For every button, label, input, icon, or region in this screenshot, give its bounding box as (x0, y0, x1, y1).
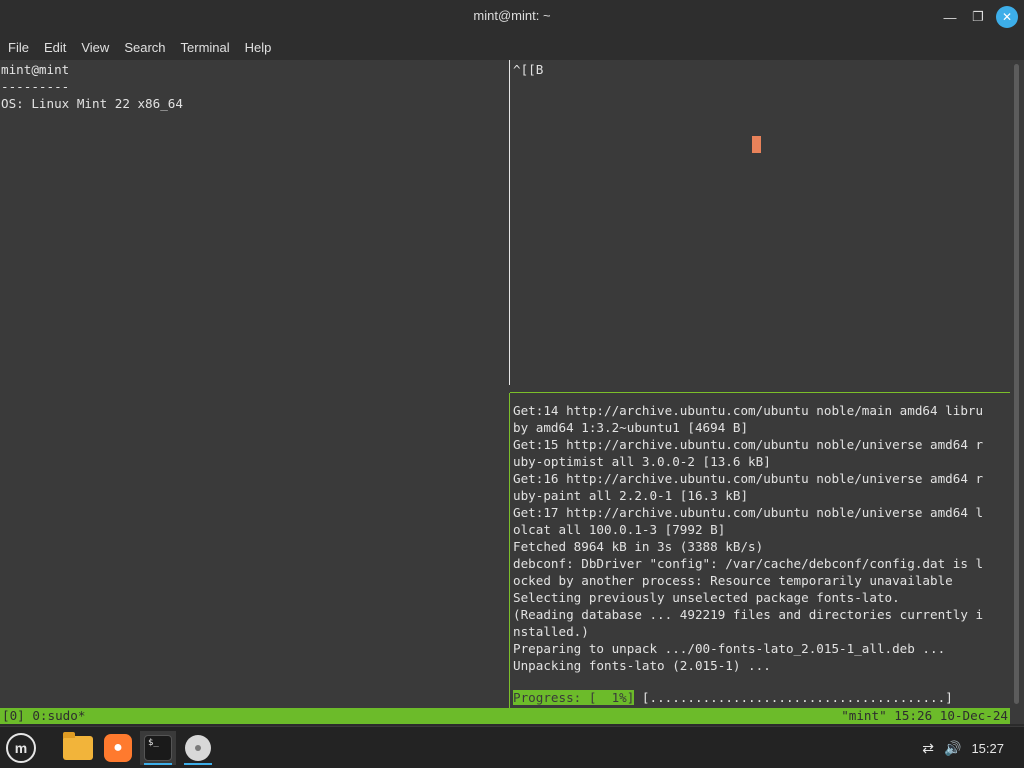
active-indicator (144, 763, 172, 765)
maximize-icon[interactable]: ❐ (967, 6, 989, 28)
window-title: mint@mint: ~ (473, 8, 551, 23)
menu-edit[interactable]: Edit (44, 40, 66, 55)
tmux-status-bar: [0] 0:sudo* "mint" 15:26 10-Dec-24 (0, 708, 1010, 724)
progress-bar: [.......................................… (634, 690, 953, 705)
network-disconnected-icon[interactable]: ⇄ (922, 740, 934, 757)
menu-help[interactable]: Help (245, 40, 272, 55)
terminal-line: Unpacking fonts-lato (2.015-1) ... (513, 658, 771, 673)
running-indicator (184, 763, 212, 765)
terminal-line: mint@mint (1, 62, 70, 77)
terminal-line: Selecting previously unselected package … (513, 590, 900, 605)
clock[interactable]: 15:27 (971, 741, 1004, 756)
volume-icon[interactable]: 🔊 (944, 740, 961, 757)
tmux-pane-top-right[interactable]: ^[[B (513, 61, 1008, 381)
tmux-window-list[interactable]: [0] 0:sudo* (2, 708, 85, 724)
menu-search[interactable]: Search (124, 40, 165, 55)
terminal-line: (Reading database ... 492219 files and d… (513, 607, 984, 622)
terminal-line: ^[[B (513, 62, 544, 77)
mint-menu-icon[interactable]: m (6, 733, 36, 763)
status-gap (1010, 708, 1024, 724)
tmux-pane-bottom-right[interactable]: Get:14 http://archive.ubuntu.com/ubuntu … (513, 402, 1010, 702)
terminal-line: olcat all 100.0.1-3 [7992 B] (513, 522, 726, 537)
tmux-pane-left[interactable]: mint@mint --------- OS: Linux Mint 22 x86_… (1, 61, 507, 706)
terminal-cursor (752, 136, 761, 153)
menu-file[interactable]: File (8, 40, 29, 55)
pane-divider-horizontal (510, 392, 1010, 393)
terminal-line: Fetched 8964 kB in 3s (3388 kB/s) (513, 539, 764, 554)
taskbar-app-files[interactable] (60, 731, 96, 765)
menubar: File Edit View Search Terminal Help (0, 34, 1024, 60)
progress-label: Progress: [ 1%] (513, 690, 635, 705)
taskbar-app-disc[interactable] (180, 731, 216, 765)
terminal-line: uby-optimist all 3.0.0-2 [13.6 kB] (513, 454, 771, 469)
disc-icon (185, 735, 211, 761)
folder-icon (63, 732, 93, 760)
terminal-line: uby-paint all 2.2.0-1 [16.3 kB] (513, 488, 749, 503)
taskbar-app-firefox[interactable]: ● (100, 731, 136, 765)
terminal-area[interactable]: mint@mint --------- OS: Linux Mint 22 x86_… (0, 60, 1024, 708)
tmux-status-right: "mint" 15:26 10-Dec-24 (841, 708, 1008, 723)
terminal-icon: $_ (144, 735, 172, 761)
close-icon[interactable]: ✕ (996, 6, 1018, 28)
terminal-line: Get:15 http://archive.ubuntu.com/ubuntu … (513, 437, 984, 452)
menu-view[interactable]: View (81, 40, 109, 55)
terminal-line: nstalled.) (513, 624, 589, 639)
system-tray: ⇄ 🔊 15:27 (922, 727, 1024, 768)
menu-terminal[interactable]: Terminal (181, 40, 230, 55)
taskbar: m ● $_ ⇄ 🔊 15:27 (0, 726, 1024, 768)
terminal-line: debconf: DbDriver "config": /var/cache/d… (513, 556, 984, 571)
terminal-line: --------- (1, 79, 70, 94)
minimize-icon[interactable]: — (939, 6, 961, 28)
firefox-icon: ● (104, 734, 132, 762)
pane-divider-vertical-active (509, 393, 510, 708)
window-titlebar[interactable]: mint@mint: ~ — ❐ ✕ (0, 0, 1024, 34)
terminal-line: OS: Linux Mint 22 x86_64 (1, 96, 183, 111)
terminal-line: Get:17 http://archive.ubuntu.com/ubuntu … (513, 505, 984, 520)
terminal-line: by amd64 1:3.2~ubuntu1 [4694 B] (513, 420, 749, 435)
pane-divider-vertical (509, 60, 510, 385)
taskbar-app-terminal[interactable]: $_ (140, 731, 176, 765)
apt-progress: Progress: [ 1%] [.......................… (513, 689, 953, 706)
terminal-line: Get:14 http://archive.ubuntu.com/ubuntu … (513, 403, 984, 418)
terminal-line: ocked by another process: Resource tempo… (513, 573, 953, 588)
terminal-line: Preparing to unpack .../00-fonts-lato_2.… (513, 641, 946, 656)
scrollbar-thumb[interactable] (1014, 64, 1019, 704)
terminal-line: Get:16 http://archive.ubuntu.com/ubuntu … (513, 471, 984, 486)
